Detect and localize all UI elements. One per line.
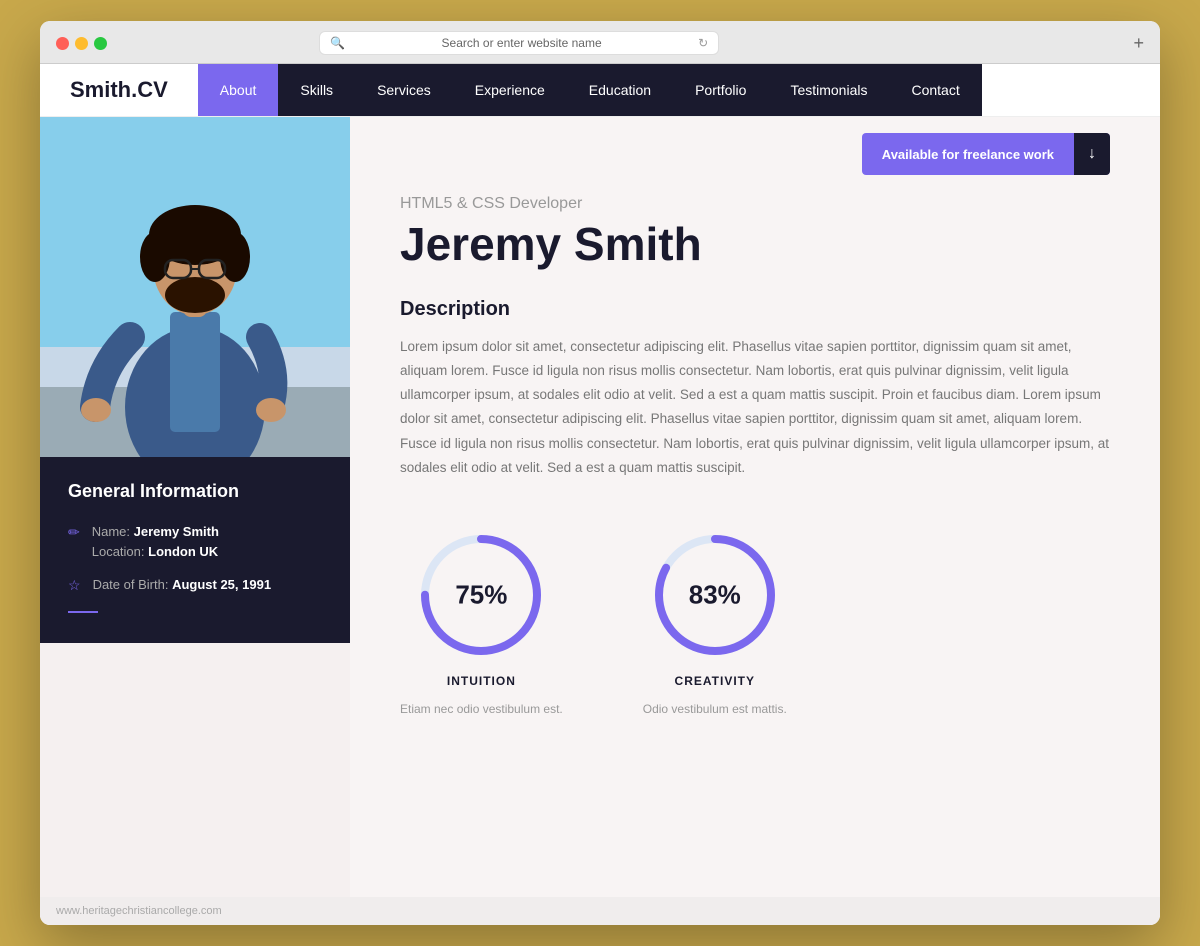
name-label: Name: <box>92 524 130 539</box>
circle-intuition: 75% <box>416 530 546 660</box>
browser-dots <box>56 37 107 50</box>
right-content: Available for freelance work ↓ HTML5 & C… <box>350 117 1160 897</box>
nav-item-skills[interactable]: Skills <box>278 64 355 116</box>
location-value: London UK <box>148 544 218 559</box>
nav-item-portfolio[interactable]: Portfolio <box>673 64 768 116</box>
sidebar-info-title: General Information <box>68 481 322 502</box>
address-bar-text: Search or enter website name <box>351 36 692 50</box>
browser-chrome: 🔍 Search or enter website name ↻ + <box>40 21 1160 64</box>
close-dot[interactable] <box>56 37 69 50</box>
freelance-btn-text: Available for freelance work <box>862 135 1074 174</box>
main-content: General Information ✏ Name: Jeremy Smith… <box>40 117 1160 897</box>
download-icon: ↓ <box>1074 133 1110 175</box>
info-row-name: ✏ Name: Jeremy Smith Location: London UK <box>68 522 322 561</box>
search-icon: 🔍 <box>330 36 345 50</box>
profile-photo <box>40 117 350 457</box>
intuition-sublabel: Etiam nec odio vestibulum est. <box>400 702 563 716</box>
site-logo[interactable]: Smith.CV <box>40 77 198 103</box>
nav-menu: About Skills Services Experience Educati… <box>198 64 1160 116</box>
circle-inner-creativity: 83% <box>689 580 741 611</box>
hero-subtitle: HTML5 & CSS Developer <box>400 195 1110 213</box>
info-row-dob: ☆ Date of Birth: August 25, 1991 <box>68 575 322 595</box>
browser-window: 🔍 Search or enter website name ↻ + Smith… <box>40 21 1160 925</box>
sidebar: General Information ✏ Name: Jeremy Smith… <box>40 117 350 897</box>
sidebar-info: General Information ✏ Name: Jeremy Smith… <box>40 457 350 643</box>
dob-label: Date of Birth: <box>93 577 169 592</box>
stats-row: 75% INTUITION Etiam nec odio vestibulum … <box>400 520 1110 716</box>
new-tab-button[interactable]: + <box>1133 33 1144 54</box>
description-text: Lorem ipsum dolor sit amet, consectetur … <box>400 335 1110 481</box>
description-title: Description <box>400 298 1110 321</box>
intuition-label: INTUITION <box>447 674 516 688</box>
location-label: Location: <box>92 544 145 559</box>
info-name-text: Name: Jeremy Smith Location: London UK <box>92 522 219 561</box>
info-dob-text: Date of Birth: August 25, 1991 <box>93 575 272 595</box>
nav-item-education[interactable]: Education <box>567 64 673 116</box>
name-value: Jeremy Smith <box>134 524 219 539</box>
circle-creativity: 83% <box>650 530 780 660</box>
creativity-percent: 83% <box>689 580 741 611</box>
refresh-icon[interactable]: ↻ <box>698 36 708 50</box>
freelance-button[interactable]: Available for freelance work ↓ <box>862 133 1110 175</box>
sidebar-divider <box>68 611 98 613</box>
nav-item-contact[interactable]: Contact <box>889 64 981 116</box>
navbar: Smith.CV About Skills Services Experienc… <box>40 64 1160 117</box>
creativity-label: CREATIVITY <box>675 674 755 688</box>
minimize-dot[interactable] <box>75 37 88 50</box>
website: Smith.CV About Skills Services Experienc… <box>40 64 1160 925</box>
edit-icon: ✏ <box>68 524 80 541</box>
nav-item-about[interactable]: About <box>198 64 279 116</box>
nav-item-experience[interactable]: Experience <box>453 64 567 116</box>
nav-item-services[interactable]: Services <box>355 64 453 116</box>
address-bar[interactable]: 🔍 Search or enter website name ↻ <box>319 31 719 55</box>
footer-link: www.heritagechristiancollege.com <box>40 897 1160 925</box>
creativity-sublabel: Odio vestibulum est mattis. <box>643 702 787 716</box>
freelance-btn-wrapper: Available for freelance work ↓ <box>400 117 1110 175</box>
hero-name: Jeremy Smith <box>400 219 1110 270</box>
stat-intuition: 75% INTUITION Etiam nec odio vestibulum … <box>400 530 563 716</box>
dob-value: August 25, 1991 <box>172 577 271 592</box>
nav-item-testimonials[interactable]: Testimonials <box>768 64 889 116</box>
maximize-dot[interactable] <box>94 37 107 50</box>
circle-inner-intuition: 75% <box>455 580 507 611</box>
intuition-percent: 75% <box>455 580 507 611</box>
star-icon: ☆ <box>68 577 81 594</box>
stat-creativity: 83% CREATIVITY Odio vestibulum est matti… <box>643 530 787 716</box>
